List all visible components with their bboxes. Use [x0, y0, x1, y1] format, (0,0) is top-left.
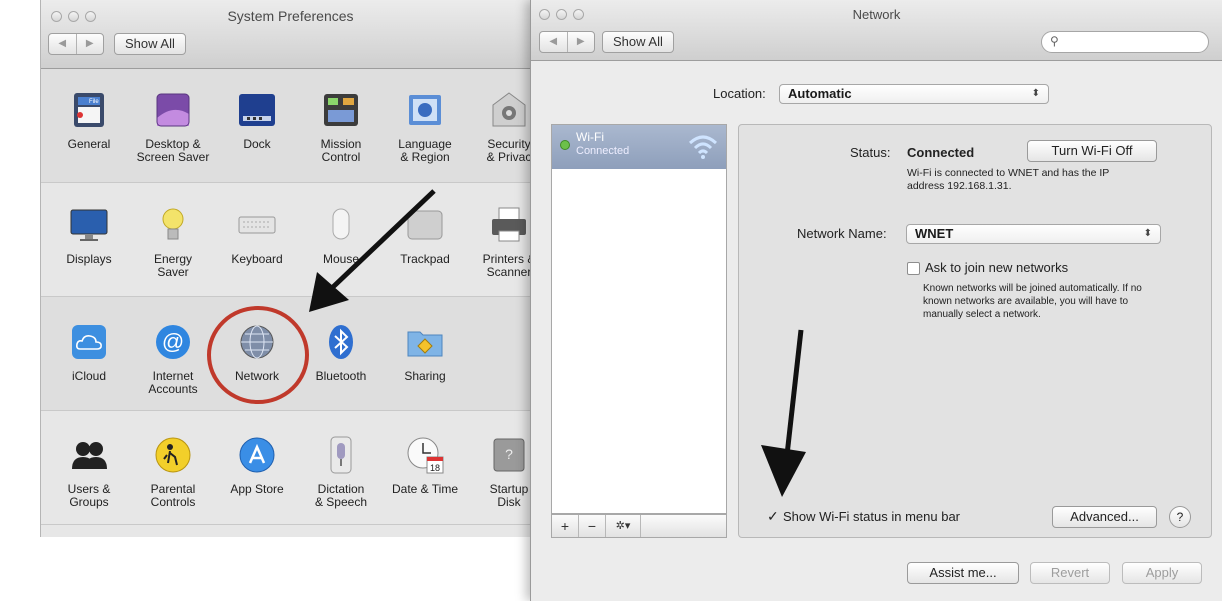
network-annotation: [207, 189, 436, 404]
annotation-arrow: [331, 189, 436, 289]
system-preferences-window: System Preferences ◀ ▶ Show All File Gene…: [40, 0, 540, 537]
annotation-arrow: [784, 329, 804, 456]
highlight-circle: [207, 306, 309, 404]
network-window: Network ◀ ▶ Show All ⚲ Location: Automati…: [530, 0, 1222, 601]
menubar-annotation: [761, 329, 806, 497]
annotation-arrowhead: [761, 445, 806, 497]
